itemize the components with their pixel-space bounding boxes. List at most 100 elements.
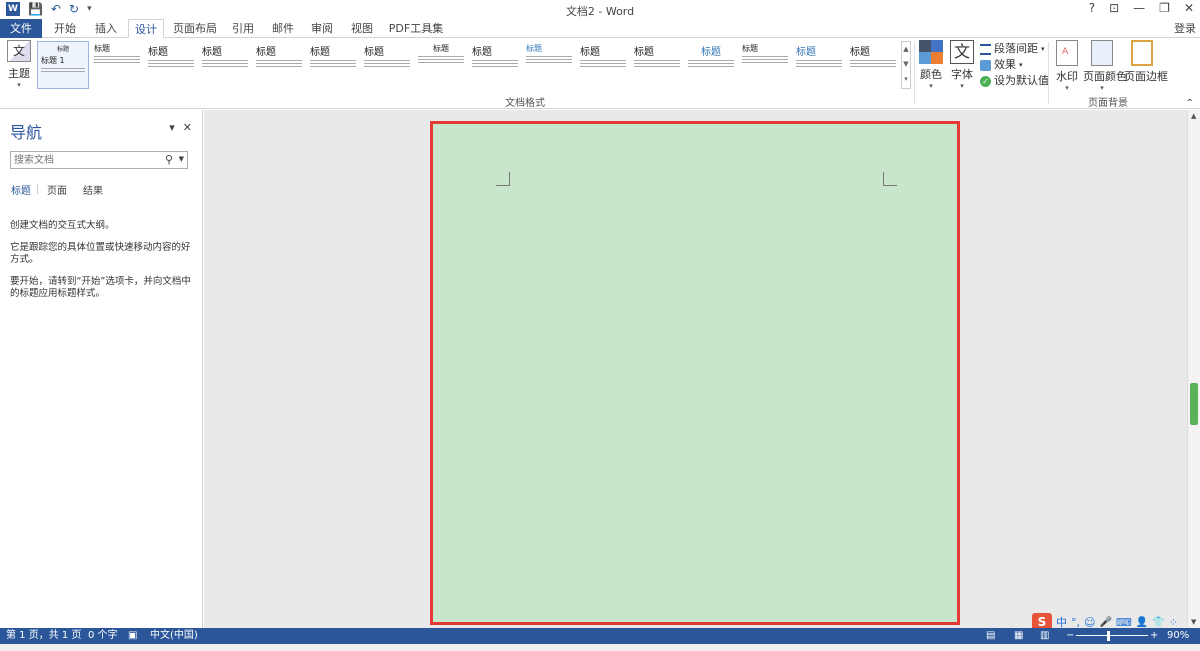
help-icon[interactable]: ? xyxy=(1089,1,1095,15)
taskbar-edge xyxy=(0,644,1200,651)
punctuation-icon[interactable]: °, xyxy=(1071,616,1080,629)
close-icon[interactable]: ✕ xyxy=(1184,1,1194,15)
ribbon-display-options-icon[interactable]: ⊡ xyxy=(1109,1,1119,15)
colors-label: 颜色 xyxy=(920,68,942,81)
maximize-icon[interactable]: ❐ xyxy=(1159,1,1170,15)
sign-in-link[interactable]: 登录 xyxy=(1174,19,1196,38)
word-count[interactable]: 0 个字 xyxy=(88,628,118,644)
zoom-slider-handle[interactable] xyxy=(1107,631,1110,641)
page-count[interactable]: 第 1 页，共 1 页 xyxy=(6,628,81,644)
tab-home[interactable]: 开始 xyxy=(50,19,80,38)
chevron-up-icon[interactable]: ▲ xyxy=(902,42,910,57)
style-set-gallery: 标题 标题 1 标题 标题 标题 标题 标题 标题 标题 标题 标题 标题 标题… xyxy=(37,41,899,89)
style-set-thumb[interactable]: 标题 xyxy=(307,41,359,89)
style-set-thumb[interactable]: 标题 xyxy=(253,41,305,89)
style-set-thumb[interactable]: 标题 xyxy=(361,41,413,89)
tab-page-layout[interactable]: 页面布局 xyxy=(172,19,218,38)
set-as-default-button[interactable]: ✓ 设为默认值 xyxy=(980,73,1049,89)
ribbon-tabs: 文件 开始 插入 设计 页面布局 引用 邮件 审阅 视图 PDF工具集 登录 xyxy=(0,19,1200,39)
themes-button[interactable]: 文 主题 ▾ xyxy=(4,40,34,90)
tab-insert[interactable]: 插入 xyxy=(91,19,121,38)
style-set-thumb[interactable]: 标题 xyxy=(415,41,467,89)
navigation-pane: 导航 ▾ ✕ ⚲ ▼ 标题 页面 结果 创建文档的交互式大纲。 它是跟踪您的具体… xyxy=(0,110,203,628)
tab-pdf-tools[interactable]: PDF工具集 xyxy=(388,19,444,38)
style-set-thumb[interactable]: 标题 xyxy=(199,41,251,89)
web-layout-icon[interactable]: ▥ xyxy=(1040,628,1049,644)
close-pane-icon[interactable]: ✕ xyxy=(183,121,192,134)
colors-palette-icon xyxy=(919,40,943,64)
user-icon[interactable]: 👤 xyxy=(1136,617,1148,628)
chevron-down-icon[interactable]: ▼ xyxy=(902,57,910,72)
colors-button[interactable]: 颜色 ▾ xyxy=(918,40,944,90)
search-options-icon[interactable]: ▼ xyxy=(179,155,184,163)
effects-button[interactable]: 效果 ▾ xyxy=(980,57,1049,73)
minimize-icon[interactable]: — xyxy=(1133,1,1145,15)
chevron-down-icon: ▾ xyxy=(17,81,21,89)
page-background-group-label: 页面背景 xyxy=(1088,98,1128,109)
small-buttons: 段落间距 ▾ 效果 ▾ ✓ 设为默认值 xyxy=(980,41,1049,89)
scrollbar-thumb[interactable] xyxy=(1190,383,1198,425)
navigation-controls: ▾ ✕ xyxy=(169,121,192,134)
style-set-thumb[interactable]: 标题 xyxy=(739,41,791,89)
zoom-slider-track[interactable] xyxy=(1076,635,1148,636)
page-color-button[interactable]: 页面颜色 ▾ xyxy=(1083,40,1127,92)
tab-mailings[interactable]: 邮件 xyxy=(268,19,298,38)
document-page[interactable] xyxy=(430,121,960,625)
zoom-level[interactable]: 90% xyxy=(1167,628,1189,644)
style-set-thumb[interactable]: 标题 xyxy=(577,41,629,89)
print-layout-icon[interactable]: ▦ xyxy=(1014,628,1023,644)
tab-pages[interactable]: 页面 xyxy=(47,182,67,197)
tab-headings[interactable]: 标题 xyxy=(11,182,31,197)
scroll-down-icon[interactable]: ▼ xyxy=(1191,618,1196,626)
microphone-icon[interactable]: 🎤 xyxy=(1099,617,1111,628)
zoom-out-icon[interactable]: − xyxy=(1066,628,1074,644)
zoom-in-icon[interactable]: + xyxy=(1150,628,1158,644)
search-icon[interactable]: ⚲ xyxy=(165,153,173,166)
navigation-help-text: 要开始，请转到“开始”选项卡，并向文档中的标题应用标题样式。 xyxy=(10,276,191,299)
watermark-button[interactable]: A 水印 ▾ xyxy=(1054,40,1080,92)
themes-label: 主题 xyxy=(8,67,30,80)
tab-results[interactable]: 结果 xyxy=(83,182,103,197)
style-set-thumb[interactable]: 标题 xyxy=(685,41,737,89)
proofing-icon[interactable]: ▣ xyxy=(128,628,137,644)
collapse-ribbon-icon[interactable]: ⌃ xyxy=(1186,98,1194,109)
emoji-icon[interactable]: ☺ xyxy=(1084,616,1095,629)
language-indicator[interactable]: 中文(中国) xyxy=(150,628,198,644)
paragraph-spacing-icon xyxy=(980,43,991,55)
style-thumb-heading: 标题 1 xyxy=(41,56,65,65)
gallery-more-icon[interactable]: ▾ xyxy=(902,72,910,87)
search-input[interactable] xyxy=(11,152,151,168)
pane-options-icon[interactable]: ▾ xyxy=(169,121,175,134)
gallery-scroll[interactable]: ▲ ▼ ▾ xyxy=(901,41,911,89)
navigation-title: 导航 xyxy=(10,123,43,142)
read-mode-icon[interactable]: ▤ xyxy=(986,628,995,644)
style-set-thumb[interactable]: 标题 xyxy=(847,41,899,89)
style-set-thumb[interactable]: 标题 xyxy=(145,41,197,89)
style-set-thumb[interactable]: 标题 xyxy=(91,41,143,89)
toolbox-icon[interactable]: ⁘ xyxy=(1169,616,1178,629)
skin-icon[interactable]: 👕 xyxy=(1152,617,1164,628)
tab-file[interactable]: 文件 xyxy=(0,19,42,38)
fonts-button[interactable]: 文 字体 ▾ xyxy=(949,40,975,90)
style-set-thumb[interactable]: 标题 xyxy=(793,41,845,89)
style-set-thumb[interactable]: 标题 xyxy=(469,41,521,89)
page-borders-button[interactable]: 页面边框 xyxy=(1124,40,1168,84)
margin-corner-mark xyxy=(883,172,897,186)
paragraph-spacing-button[interactable]: 段落间距 ▾ xyxy=(980,41,1049,57)
tab-references[interactable]: 引用 xyxy=(228,19,258,38)
search-document-box: ⚲ ▼ xyxy=(10,151,188,169)
effects-icon xyxy=(980,59,991,71)
title-bar: W 💾 ↶ ↻ ▾ 文档2 - Word ? ⊡ — ❐ ✕ xyxy=(0,0,1200,19)
style-set-thumb[interactable]: 标题 标题 1 xyxy=(37,41,89,89)
scroll-up-icon[interactable]: ▲ xyxy=(1191,112,1196,120)
keyboard-icon[interactable]: ⌨ xyxy=(1116,616,1132,629)
style-set-thumb[interactable]: 标题 xyxy=(631,41,683,89)
page-color-icon xyxy=(1091,40,1113,66)
ribbon: 文 主题 ▾ 标题 标题 1 标题 标题 标题 标题 标题 标题 标题 标题 标… xyxy=(0,38,1200,109)
tab-review[interactable]: 审阅 xyxy=(307,19,337,38)
vertical-scrollbar[interactable]: ▲ ▼ xyxy=(1187,110,1200,628)
tab-view[interactable]: 视图 xyxy=(347,19,377,38)
style-set-thumb[interactable]: 标题 xyxy=(523,41,575,89)
tab-design[interactable]: 设计 xyxy=(128,19,164,39)
watermark-icon: A xyxy=(1056,40,1078,66)
